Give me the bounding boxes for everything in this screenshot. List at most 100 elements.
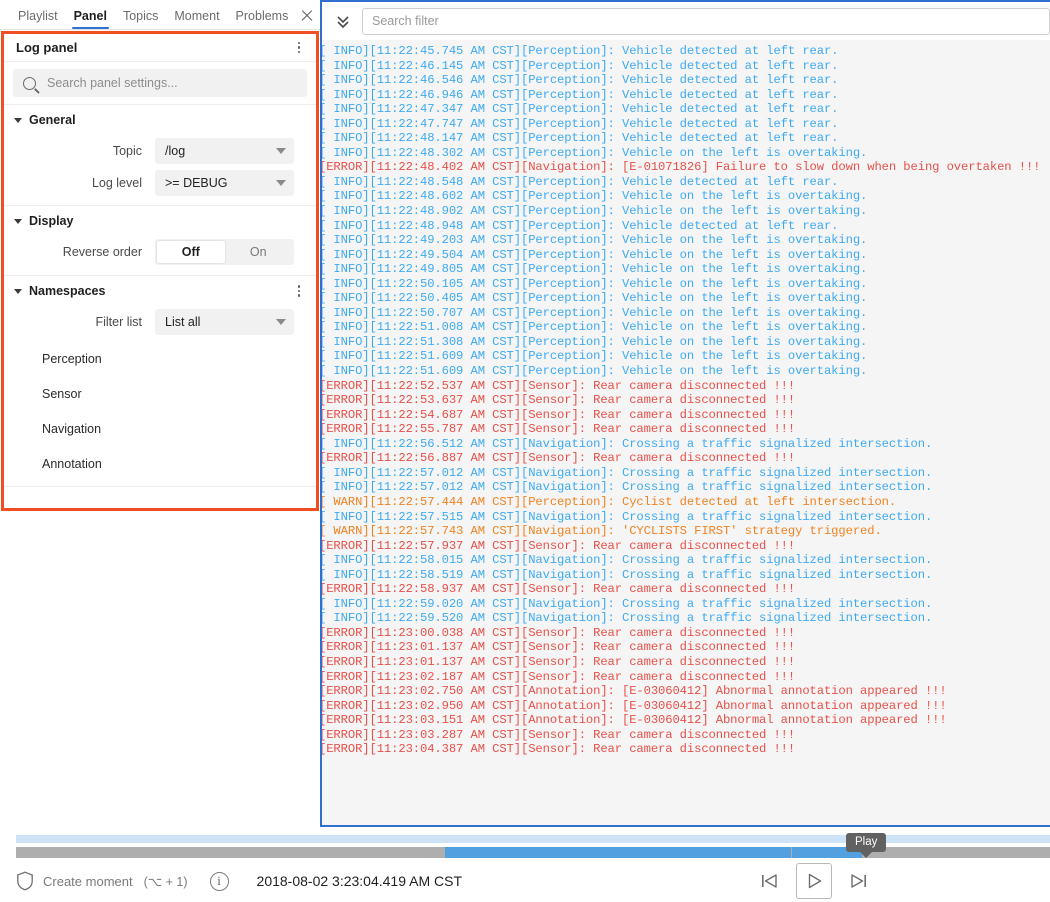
log-line: [ INFO][11:22:48.147 AM CST][Perception]… <box>322 131 839 146</box>
log-line: [ERROR][11:23:01.137 AM CST][Sensor]: Re… <box>322 654 796 669</box>
log-line: [ERROR][11:22:52.537 AM CST][Sensor]: Re… <box>322 378 796 393</box>
playback-timestamp: 2018-08-02 3:23:04.419 AM CST <box>256 873 462 889</box>
log-line: [ERROR][11:23:02.750 AM CST][Annotation]… <box>322 684 947 699</box>
log-line: [ERROR][11:23:03.287 AM CST][Sensor]: Re… <box>322 727 796 742</box>
log-line: [ERROR][11:22:55.787 AM CST][Sensor]: Re… <box>322 422 796 437</box>
tab-panel[interactable]: Panel <box>66 9 115 29</box>
timeline[interactable]: Play <box>0 830 1050 860</box>
log-line: [ERROR][11:23:01.137 AM CST][Sensor]: Re… <box>322 640 796 655</box>
chevron-down-icon <box>14 288 22 294</box>
namespace-item-navigation[interactable]: Navigation <box>4 411 316 446</box>
divider <box>4 486 316 487</box>
log-line: [ INFO][11:22:59.520 AM CST][Navigation]… <box>322 611 933 626</box>
chevron-down-icon <box>276 318 286 325</box>
reverse-order-on-option[interactable]: On <box>225 241 293 263</box>
play-button[interactable] <box>796 863 832 899</box>
bottom-toolbar: Create moment (⌥ + 1) i 2018-08-02 3:23:… <box>0 860 1050 902</box>
section-general-label: General <box>29 113 76 127</box>
create-moment-button[interactable]: Create moment (⌥ + 1) <box>16 871 188 891</box>
log-line: [ INFO][11:22:51.609 AM CST][Perception]… <box>322 364 868 379</box>
chevron-down-icon <box>276 179 286 186</box>
log-line: [ INFO][11:22:58.015 AM CST][Navigation]… <box>322 553 933 568</box>
info-icon[interactable]: i <box>209 871 229 891</box>
log-line: [ INFO][11:22:57.012 AM CST][Navigation]… <box>322 465 933 480</box>
tab-moment[interactable]: Moment <box>166 9 227 29</box>
log-line: [ INFO][11:22:51.609 AM CST][Perception]… <box>322 349 868 364</box>
panel-search-input[interactable] <box>45 75 297 91</box>
log-line: [ INFO][11:22:59.020 AM CST][Navigation]… <box>322 596 933 611</box>
log-line: [ERROR][11:22:48.402 AM CST][Navigation]… <box>322 160 1041 175</box>
section-general-header[interactable]: General <box>4 105 316 135</box>
close-icon[interactable] <box>296 4 312 26</box>
namespace-item-perception[interactable]: Perception <box>4 341 316 376</box>
log-line: [ERROR][11:22:57.937 AM CST][Sensor]: Re… <box>322 538 796 553</box>
namespace-item-annotation[interactable]: Annotation <box>4 446 316 481</box>
chevron-down-icon <box>276 147 286 154</box>
panel-settings-header: Log panel <box>4 34 316 62</box>
log-line: [ INFO][11:22:51.008 AM CST][Perception]… <box>322 320 868 335</box>
log-line: [ INFO][11:22:49.805 AM CST][Perception]… <box>322 262 868 277</box>
play-tooltip: Play <box>846 833 887 858</box>
log-level-select[interactable]: >= DEBUG <box>155 169 294 196</box>
skip-previous-icon <box>762 874 777 888</box>
log-line: [ INFO][11:22:57.515 AM CST][Navigation]… <box>322 509 933 524</box>
log-line: [ INFO][11:22:50.707 AM CST][Perception]… <box>322 305 868 320</box>
log-line: [ERROR][11:23:03.151 AM CST][Annotation]… <box>322 713 947 728</box>
log-line: [ INFO][11:22:47.747 AM CST][Perception]… <box>322 116 839 131</box>
log-line: [ WARN][11:22:57.444 AM CST][Perception]… <box>322 494 897 509</box>
log-line: [ INFO][11:22:46.946 AM CST][Perception]… <box>322 87 839 102</box>
section-display-header[interactable]: Display <box>4 206 316 236</box>
filter-list-select[interactable]: List all <box>155 308 294 335</box>
section-display-label: Display <box>29 214 74 228</box>
panel-title: Log panel <box>16 40 78 55</box>
log-line: [ WARN][11:22:57.743 AM CST][Navigation]… <box>322 524 882 539</box>
transport-controls <box>754 863 1032 899</box>
log-line: [ERROR][11:22:56.887 AM CST][Sensor]: Re… <box>322 451 796 466</box>
tab-problems[interactable]: Problems <box>228 9 297 29</box>
log-line: [ INFO][11:22:50.105 AM CST][Perception]… <box>322 276 868 291</box>
create-moment-shortcut: (⌥ + 1) <box>143 874 188 889</box>
section-namespaces: Namespaces Filter list List all Percepti… <box>4 275 316 487</box>
log-line: [ INFO][11:22:50.405 AM CST][Perception]… <box>322 291 868 306</box>
field-topic-label: Topic <box>112 143 142 158</box>
section-general: General Topic /log Log level >= DEBUG <box>4 104 316 198</box>
log-line: [ERROR][11:22:54.687 AM CST][Sensor]: Re… <box>322 407 796 422</box>
filter-list-select-value: List all <box>165 314 201 329</box>
field-reverse-order-label: Reverse order <box>62 244 142 259</box>
chevron-down-icon <box>14 218 22 224</box>
section-namespaces-header[interactable]: Namespaces <box>4 276 316 306</box>
tab-playlist[interactable]: Playlist <box>10 9 66 29</box>
chevron-double-down-icon[interactable] <box>330 8 356 34</box>
panel-search-box[interactable] <box>13 69 307 97</box>
shield-icon <box>17 871 33 891</box>
panel-overflow-menu-icon[interactable] <box>290 39 308 57</box>
reverse-order-toggle[interactable]: Off On <box>155 238 294 265</box>
log-line: [ERROR][11:23:02.187 AM CST][Sensor]: Re… <box>322 669 796 684</box>
timeline-played-segment <box>445 847 792 858</box>
log-line: [ERROR][11:23:00.038 AM CST][Sensor]: Re… <box>322 625 796 640</box>
log-line: [ INFO][11:22:46.546 AM CST][Perception]… <box>322 73 839 88</box>
field-topic: Topic /log <box>4 135 316 166</box>
seek-backward-button[interactable] <box>754 866 784 896</box>
log-line: [ INFO][11:22:49.203 AM CST][Perception]… <box>322 233 868 248</box>
reverse-order-off-option[interactable]: Off <box>157 240 225 263</box>
search-filter-input[interactable] <box>362 7 1050 35</box>
sidebar-tab-strip: Playlist Panel Topics Moment Problems <box>0 0 320 30</box>
namespaces-overflow-menu-icon[interactable] <box>290 282 308 300</box>
tab-topics[interactable]: Topics <box>115 9 166 29</box>
log-line: [ERROR][11:22:53.637 AM CST][Sensor]: Re… <box>322 393 796 408</box>
play-icon <box>808 873 822 889</box>
log-output-list[interactable]: [ INFO][11:22:45.745 AM CST][Perception]… <box>322 40 1050 825</box>
log-filter-bar <box>322 2 1050 40</box>
log-line: [ INFO][11:22:46.145 AM CST][Perception]… <box>322 58 839 73</box>
namespace-item-sensor[interactable]: Sensor <box>4 376 316 411</box>
create-moment-label: Create moment <box>43 873 133 889</box>
chevron-down-icon <box>14 117 22 123</box>
left-sidebar: Playlist Panel Topics Moment Problems Lo… <box>0 0 320 860</box>
field-reverse-order: Reverse order Off On <box>4 236 316 267</box>
topic-select[interactable]: /log <box>155 137 294 164</box>
seek-forward-button[interactable] <box>844 866 874 896</box>
section-namespaces-label: Namespaces <box>29 284 106 298</box>
log-line: [ INFO][11:22:48.548 AM CST][Perception]… <box>322 174 839 189</box>
timeline-progress-track[interactable] <box>16 847 1050 858</box>
